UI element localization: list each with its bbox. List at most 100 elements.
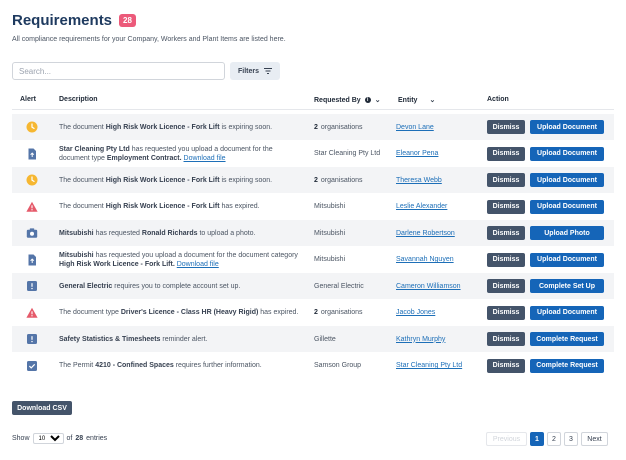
entity-link[interactable]: Devon Lane	[396, 114, 434, 140]
table-row: Mitsubishi has requested you upload a do…	[12, 247, 614, 273]
chevron-down-icon: ⌄	[429, 97, 436, 104]
row-description: The document type Driver's Licence - Cla…	[59, 309, 299, 316]
requested-by: General Electric	[314, 282, 364, 290]
entity-link[interactable]: Darlene Robertson	[396, 220, 455, 246]
upload-document-button[interactable]: Upload Document	[530, 173, 604, 187]
complete-request-button[interactable]: Complete Request	[530, 332, 604, 346]
previous-page-button[interactable]: Previous	[486, 432, 527, 446]
page-size-control: Show 10 of 28 entries	[12, 433, 107, 444]
header-alert: Alert	[20, 96, 36, 103]
page-subtitle: All compliance requirements for your Com…	[12, 36, 286, 43]
requested-by: Gillette	[314, 335, 336, 343]
table-row: Star Cleaning Pty Ltd has requested you …	[12, 141, 614, 167]
clock-icon	[26, 121, 38, 133]
row-description: The document High Risk Work Licence - Fo…	[59, 203, 260, 210]
page-button-1[interactable]: 1	[530, 432, 544, 446]
table-row: The document High Risk Work Licence - Fo…	[12, 167, 614, 193]
entries-label: entries	[86, 435, 108, 442]
table-row: The document High Risk Work Licence - Fo…	[12, 194, 614, 220]
upload-document-button[interactable]: Upload Document	[530, 146, 604, 161]
dismiss-button[interactable]: Dismiss	[487, 279, 525, 293]
page-header: Requirements 28	[12, 12, 136, 29]
entity-link[interactable]: Savannah Nguyen	[396, 247, 454, 273]
entity-link[interactable]: Jacob Jones	[396, 300, 435, 326]
description-emphasis: High Risk Work Licence - Fork Lift	[105, 123, 220, 131]
upload-file-icon	[26, 254, 38, 266]
dismiss-button[interactable]: Dismiss	[487, 252, 525, 267]
header-requested-by[interactable]: Requested By i ⌄	[314, 96, 381, 105]
row-description: The document High Risk Work Licence - Fo…	[59, 123, 273, 131]
upload-photo-button[interactable]: Upload Photo	[530, 226, 604, 240]
filters-button[interactable]: Filters	[230, 62, 280, 80]
dismiss-button[interactable]: Dismiss	[487, 226, 525, 240]
description-emphasis: Mitsubishi	[59, 229, 94, 237]
download-file-link[interactable]: Download file	[177, 261, 219, 268]
dismiss-button[interactable]: Dismiss	[487, 332, 525, 346]
row-description: The Permit 4210 - Confined Spaces requir…	[59, 362, 262, 369]
show-label: Show	[12, 435, 30, 442]
page-button-2[interactable]: 2	[547, 432, 561, 446]
description-emphasis: 4210 - Confined Spaces	[95, 362, 174, 369]
requested-by: Mitsubishi	[314, 203, 346, 210]
description-emphasis: Driver's Licence - Class HR (Heavy Rigid…	[120, 309, 259, 316]
filter-lines-icon	[264, 68, 272, 74]
count-badge: 28	[119, 14, 136, 27]
description-emphasis: High Risk Work Licence - Fork Lift.	[59, 260, 175, 268]
row-description: Safety Statistics & Timesheets reminder …	[59, 335, 208, 343]
dismiss-button[interactable]: Dismiss	[487, 173, 525, 187]
header-entity[interactable]: Entity ⌄	[398, 96, 436, 105]
info-icon	[26, 333, 38, 345]
dismiss-button[interactable]: Dismiss	[487, 199, 525, 214]
description-emphasis: Employment Contract.	[106, 154, 182, 162]
upload-document-button[interactable]: Upload Document	[530, 252, 604, 267]
requested-by: Samson Group	[314, 362, 362, 369]
description-emphasis: High Risk Work Licence - Fork Lift	[105, 176, 220, 184]
upload-document-button[interactable]: Upload Document	[530, 120, 604, 134]
download-file-link[interactable]: Download file	[184, 155, 226, 162]
warning-icon	[26, 307, 38, 319]
description-emphasis: High Risk Work Licence - Fork Lift	[105, 203, 220, 210]
row-description: The document High Risk Work Licence - Fo…	[59, 176, 273, 184]
table-row: Safety Statistics & Timesheets reminder …	[12, 326, 614, 352]
table-row: The Permit 4210 - Confined Spaces requir…	[12, 353, 614, 379]
dismiss-button[interactable]: Dismiss	[487, 146, 525, 161]
table-header: Alert Description Requested By i ⌄ Entity ⌄…	[12, 90, 614, 110]
upload-document-button[interactable]: Upload Document	[530, 305, 604, 320]
dismiss-button[interactable]: Dismiss	[487, 305, 525, 320]
next-page-button[interactable]: Next	[581, 432, 608, 446]
description-emphasis: Mitsubishi	[59, 251, 94, 259]
checkbox-icon	[26, 360, 38, 372]
page-size-select[interactable]: 10	[32, 433, 64, 444]
description-emphasis: Ronald Richards	[141, 229, 198, 237]
search-input[interactable]	[12, 62, 225, 80]
requested-by: Mitsubishi	[314, 256, 346, 263]
row-description: Mitsubishi has requested Ronald Richards…	[59, 229, 256, 237]
upload-document-button[interactable]: Upload Document	[530, 199, 604, 214]
entity-link[interactable]: Eleanor Pena	[396, 141, 438, 167]
download-csv-button[interactable]: Download CSV	[12, 401, 72, 415]
table-row: The document type Driver's Licence - Cla…	[12, 300, 614, 326]
page-button-3[interactable]: 3	[564, 432, 578, 446]
entity-link[interactable]: Kathryn Murphy	[396, 326, 445, 352]
complete-request-button[interactable]: Complete Request	[530, 358, 604, 373]
camera-icon	[26, 227, 38, 239]
requested-by: 2 organisations	[314, 176, 363, 184]
requested-by: Star Cleaning Pty Ltd	[314, 150, 381, 157]
row-description: General Electric requires you to complet…	[59, 282, 241, 290]
description-emphasis: Safety Statistics & Timesheets	[59, 335, 161, 343]
entity-link[interactable]: Leslie Alexander	[396, 194, 447, 220]
entity-link[interactable]: Star Cleaning Pty Ltd	[396, 353, 462, 379]
complete-set-up-button[interactable]: Complete Set Up	[530, 279, 604, 293]
requested-by: Mitsubishi	[314, 229, 346, 237]
entity-link[interactable]: Cameron Williamson	[396, 273, 461, 299]
requested-by: 2 organisations	[314, 123, 363, 131]
page-title: Requirements	[12, 12, 113, 29]
description-emphasis: Star Cleaning Pty Ltd	[59, 145, 130, 153]
header-action: Action	[487, 96, 509, 103]
entity-link[interactable]: Theresa Webb	[396, 167, 442, 193]
header-description: Description	[59, 96, 98, 103]
row-description: Star Cleaning Pty Ltd has requested you …	[59, 145, 273, 162]
dismiss-button[interactable]: Dismiss	[487, 358, 525, 373]
table-row: Mitsubishi has requested Ronald Richards…	[12, 220, 614, 246]
dismiss-button[interactable]: Dismiss	[487, 120, 525, 134]
